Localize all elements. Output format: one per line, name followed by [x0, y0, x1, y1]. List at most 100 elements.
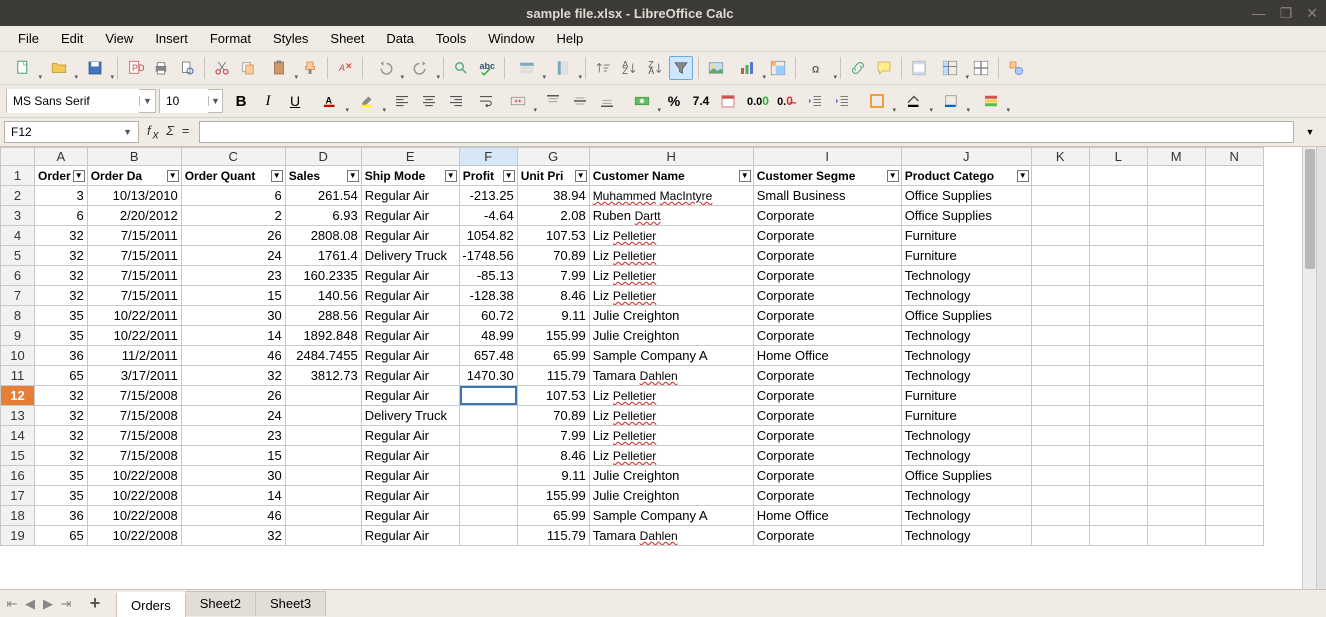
decrease-indent-button[interactable] [803, 89, 827, 113]
cell[interactable]: Corporate [753, 226, 901, 246]
cell[interactable] [1205, 406, 1263, 426]
autofilter-arrow-icon[interactable]: ▼ [167, 170, 179, 182]
menu-tools[interactable]: Tools [426, 28, 476, 49]
cell[interactable] [1031, 446, 1089, 466]
cell[interactable] [1205, 266, 1263, 286]
wrap-text-button[interactable] [474, 89, 498, 113]
header-cell[interactable]: Sales▼ [285, 166, 361, 186]
cell[interactable]: 288.56 [285, 306, 361, 326]
cell-name-box[interactable]: F12 ▼ [4, 121, 139, 143]
cell[interactable]: 36 [35, 506, 88, 526]
cell[interactable]: 2/20/2012 [87, 206, 181, 226]
insert-comment-button[interactable] [872, 56, 896, 80]
cell[interactable] [1031, 366, 1089, 386]
cell[interactable]: -128.38 [459, 286, 517, 306]
cell[interactable]: 115.79 [517, 366, 589, 386]
insert-chart-button[interactable] [730, 56, 764, 80]
formula-input[interactable] [199, 121, 1294, 143]
expand-formula-button[interactable]: ▼ [1298, 120, 1322, 144]
cell[interactable] [459, 386, 517, 406]
split-window-button[interactable] [969, 56, 993, 80]
chevron-down-icon[interactable]: ▼ [123, 127, 132, 137]
font-size-combo[interactable]: ▼ [159, 89, 223, 113]
cell[interactable] [459, 406, 517, 426]
column-header-K[interactable]: K [1031, 148, 1089, 166]
font-name-input[interactable] [7, 89, 139, 113]
cell[interactable]: 38.94 [517, 186, 589, 206]
cell[interactable] [1031, 486, 1089, 506]
cell[interactable]: 7/15/2008 [87, 406, 181, 426]
cell[interactable]: Furniture [901, 406, 1031, 426]
cell[interactable] [285, 406, 361, 426]
border-style-button[interactable] [897, 89, 931, 113]
save-button[interactable] [78, 56, 112, 80]
cell[interactable] [1089, 286, 1147, 306]
new-document-button[interactable] [6, 56, 40, 80]
close-button[interactable]: ✕ [1306, 5, 1318, 22]
cell[interactable] [1147, 306, 1205, 326]
cell[interactable] [1089, 306, 1147, 326]
print-button[interactable] [149, 56, 173, 80]
cell[interactable] [1031, 266, 1089, 286]
menu-window[interactable]: Window [478, 28, 544, 49]
cell[interactable]: Regular Air [361, 286, 459, 306]
cell[interactable]: 35 [35, 306, 88, 326]
tab-first-button[interactable]: ⇤ [4, 596, 20, 612]
hyperlink-button[interactable] [846, 56, 870, 80]
maximize-button[interactable]: ❐ [1280, 5, 1293, 22]
cell[interactable]: Technology [901, 366, 1031, 386]
row-header-4[interactable]: 4 [1, 226, 35, 246]
cell[interactable] [1089, 486, 1147, 506]
sort-desc-button[interactable]: AZ [617, 56, 641, 80]
autofilter-button[interactable] [669, 56, 693, 80]
number-format-button[interactable]: 7.4 [689, 89, 713, 113]
cell[interactable] [1205, 246, 1263, 266]
column-header-L[interactable]: L [1089, 148, 1147, 166]
chevron-down-icon[interactable]: ▼ [139, 96, 155, 106]
cell[interactable]: 261.54 [285, 186, 361, 206]
cell[interactable]: Liz Pelletier [589, 406, 753, 426]
date-format-button[interactable] [716, 89, 740, 113]
increase-indent-button[interactable] [830, 89, 854, 113]
cell[interactable]: Technology [901, 506, 1031, 526]
borders-button[interactable] [860, 89, 894, 113]
cell[interactable]: Technology [901, 486, 1031, 506]
cell[interactable]: 10/22/2008 [87, 506, 181, 526]
cell[interactable]: 32 [35, 386, 88, 406]
cell[interactable]: 35 [35, 466, 88, 486]
align-left-button[interactable] [390, 89, 414, 113]
cell[interactable]: 65 [35, 366, 88, 386]
cell[interactable] [1147, 506, 1205, 526]
column-header-I[interactable]: I [753, 148, 901, 166]
cell[interactable] [1147, 446, 1205, 466]
find-replace-button[interactable] [449, 56, 473, 80]
export-pdf-button[interactable]: PDF [123, 56, 147, 80]
header-cell[interactable]: Order Da▼ [87, 166, 181, 186]
autofilter-arrow-icon[interactable]: ▼ [271, 170, 283, 182]
cell[interactable]: 65.99 [517, 506, 589, 526]
cell[interactable]: 32 [35, 426, 88, 446]
cell[interactable]: 32 [35, 446, 88, 466]
bold-button[interactable]: B [229, 89, 253, 113]
cell[interactable] [1147, 406, 1205, 426]
cell[interactable]: 107.53 [517, 386, 589, 406]
cell[interactable] [1205, 306, 1263, 326]
cell[interactable]: -4.64 [459, 206, 517, 226]
cell[interactable]: Regular Air [361, 306, 459, 326]
cell[interactable]: Sample Company A [589, 506, 753, 526]
row-header-14[interactable]: 14 [1, 426, 35, 446]
autofilter-arrow-icon[interactable]: ▼ [347, 170, 359, 182]
cell[interactable] [459, 526, 517, 546]
cell[interactable] [1147, 246, 1205, 266]
column-header-A[interactable]: A [35, 148, 88, 166]
redo-button[interactable] [404, 56, 438, 80]
paste-button[interactable] [262, 56, 296, 80]
cell[interactable]: Corporate [753, 266, 901, 286]
add-sheet-button[interactable]: + [84, 593, 106, 614]
cell[interactable]: Liz Pelletier [589, 246, 753, 266]
cell[interactable]: 2 [181, 206, 285, 226]
autofilter-arrow-icon[interactable]: ▼ [73, 170, 85, 182]
cell[interactable] [285, 446, 361, 466]
cell[interactable]: Technology [901, 526, 1031, 546]
cell[interactable]: Tamara Dahlen [589, 366, 753, 386]
